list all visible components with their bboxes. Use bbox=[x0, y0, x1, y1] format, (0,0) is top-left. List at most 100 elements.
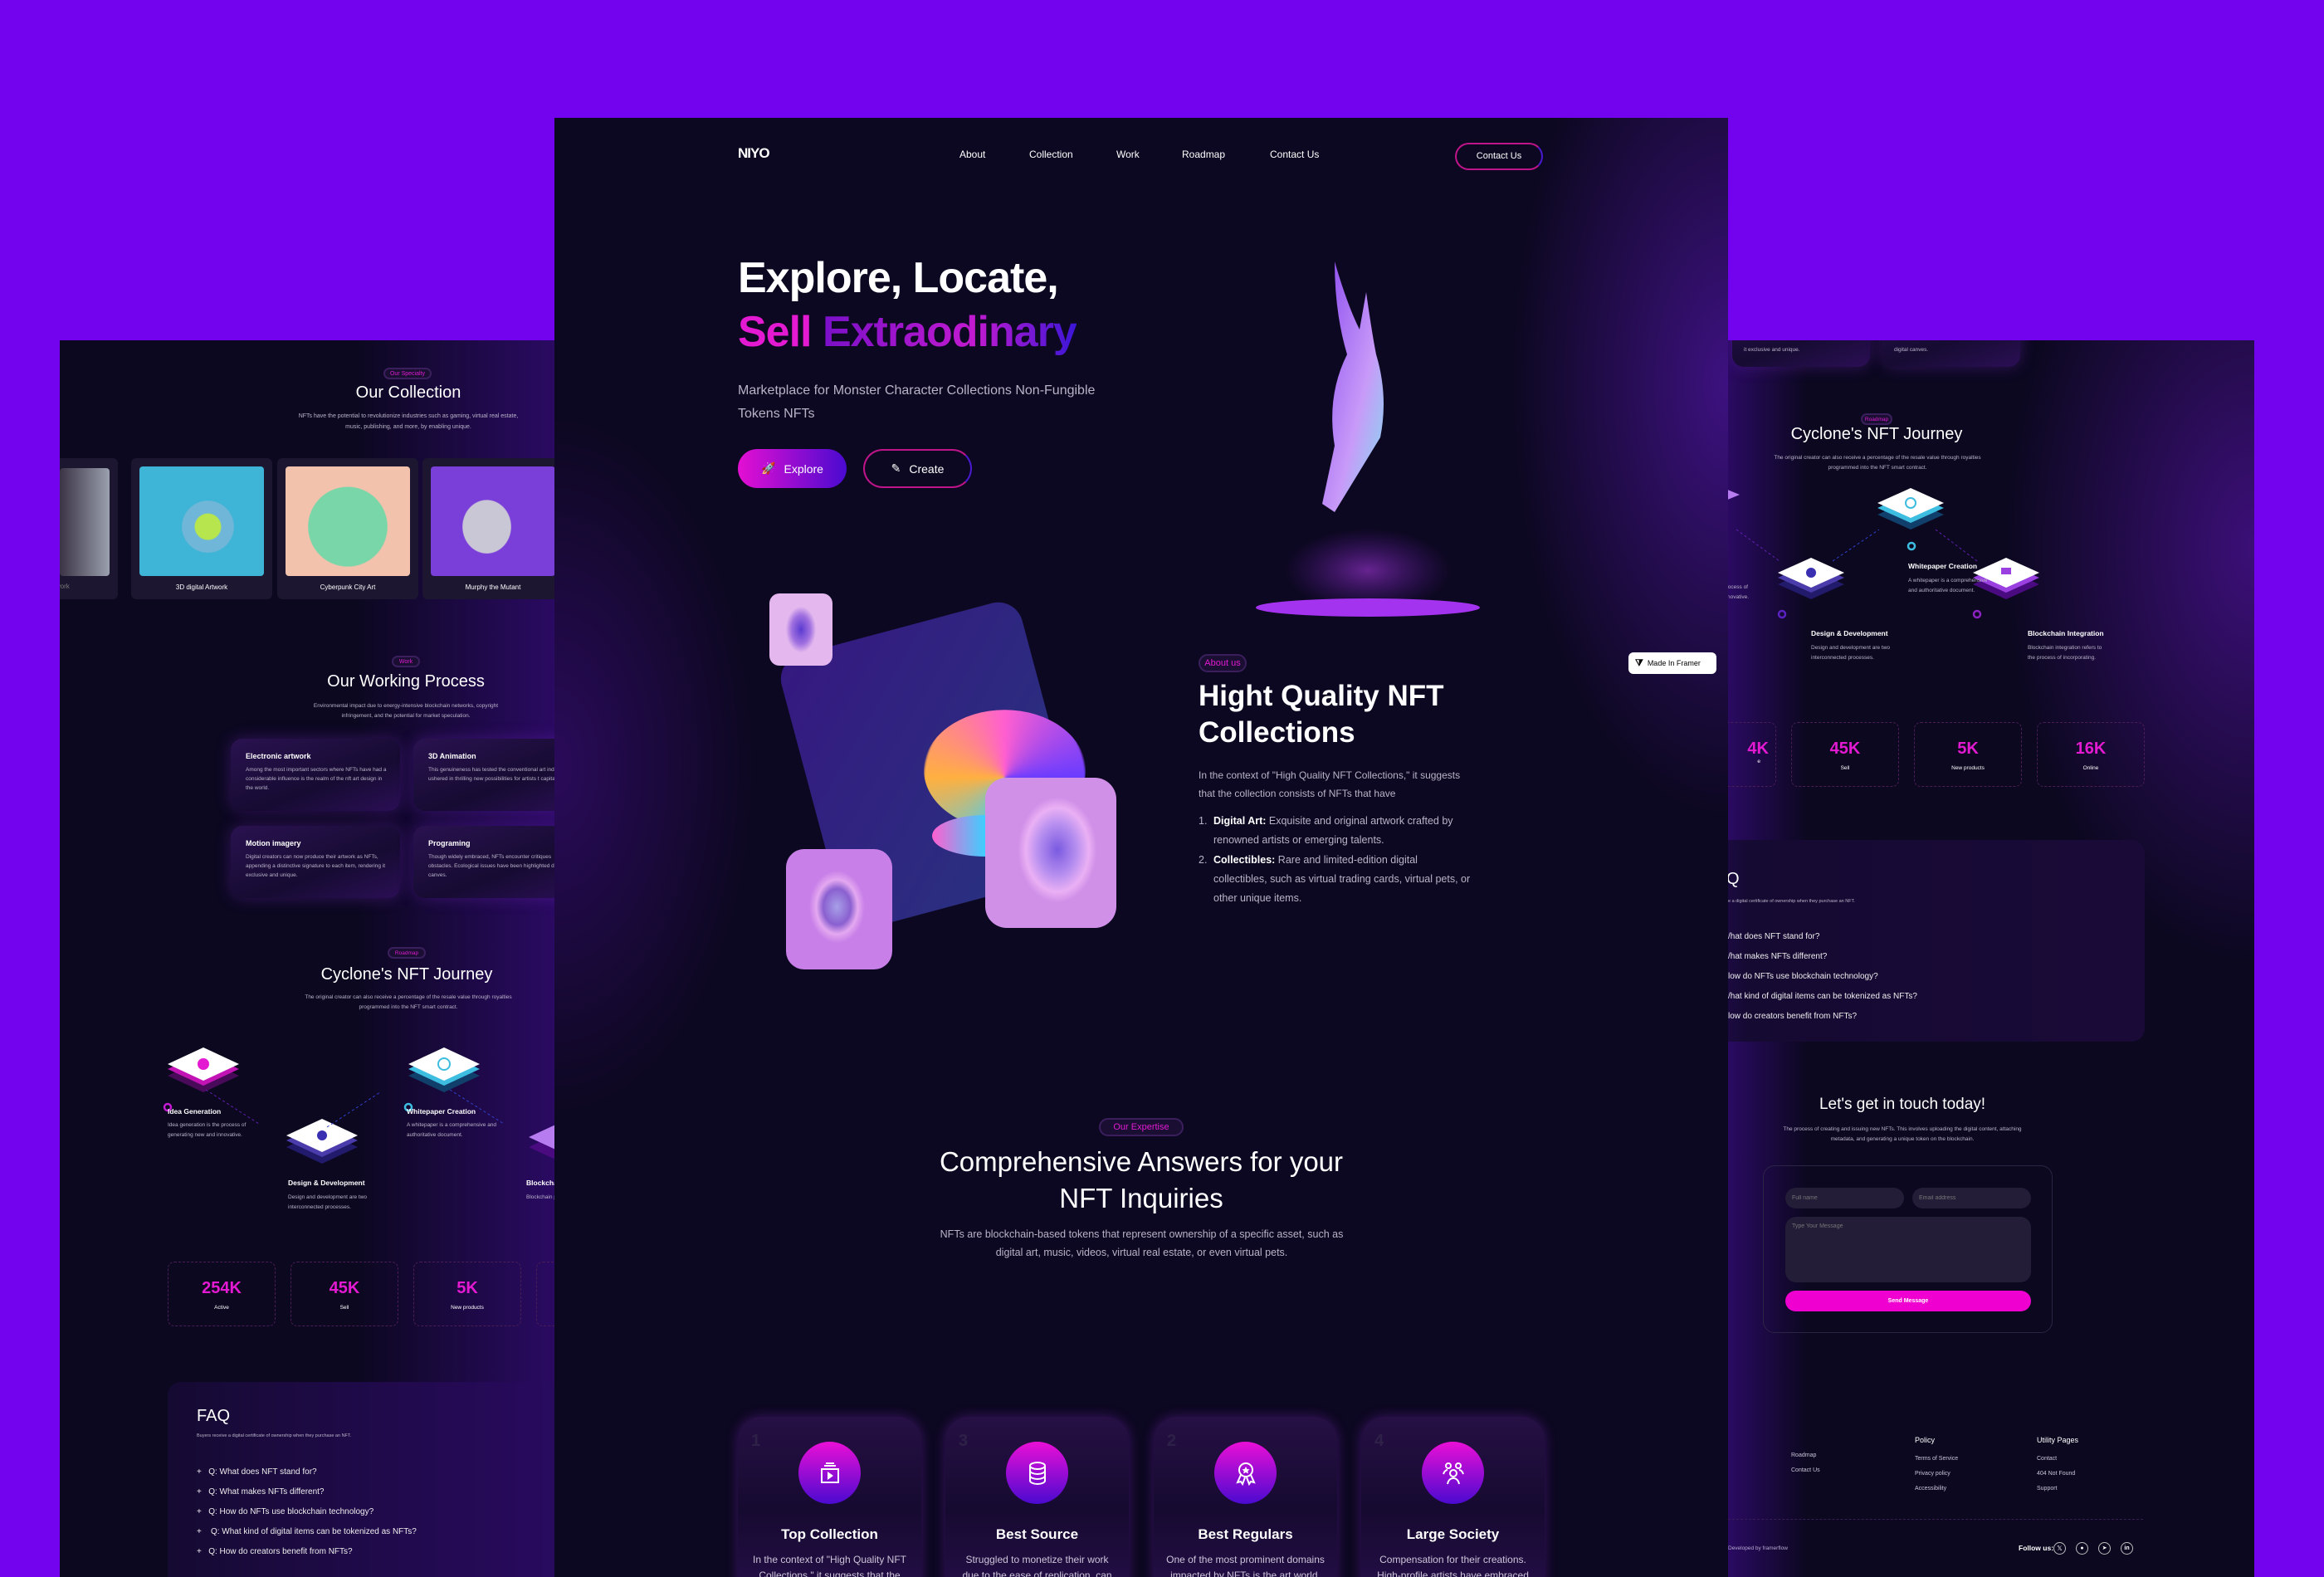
discord-icon[interactable]: ● bbox=[2076, 1542, 2088, 1555]
section-title: Our Collection bbox=[355, 383, 461, 402]
footer-link[interactable]: Privacy policy bbox=[1915, 1471, 1958, 1477]
pencil-icon: ✎ bbox=[891, 461, 901, 475]
collection-card[interactable]: 3D digital Artwork bbox=[131, 458, 272, 599]
stat-box: 5K New products bbox=[1914, 722, 2022, 787]
footer-link[interactable]: Terms of Service bbox=[1915, 1456, 1958, 1462]
faq-question[interactable]: + Q: What does NFT stand for? bbox=[197, 1467, 317, 1477]
faq-question[interactable]: + Q: What makes NFTs different? bbox=[197, 1487, 325, 1496]
expertise-card[interactable]: 1 Top Collection In the context of "High Q… bbox=[738, 1417, 921, 1577]
card-text: Though widely embraced, NFTs encounter c… bbox=[428, 854, 554, 878]
faq-text: Buyers receive a digital certificate of … bbox=[197, 1433, 352, 1438]
nft-image-mutant bbox=[431, 466, 554, 576]
explore-button[interactable]: 🚀 Explore bbox=[738, 449, 847, 488]
roadmap-step-title: Whitepaper Creation bbox=[1908, 562, 1978, 570]
card-text: Digital creators can now produce their a… bbox=[246, 854, 386, 878]
footer-heading: Utility Pages bbox=[2037, 1436, 2079, 1444]
roadmap-step-text: A whitepaper is a comprehensive and auth… bbox=[407, 1122, 497, 1138]
roadmap-step-title: Whitepaper Creation bbox=[407, 1107, 476, 1116]
award-badge-icon bbox=[1214, 1442, 1277, 1504]
roadmap-step-title: Idea Generation bbox=[168, 1107, 222, 1116]
telegram-icon[interactable]: ➤ bbox=[2098, 1542, 2111, 1555]
faq-question[interactable]: /hat does NFT stand for? bbox=[1728, 932, 1819, 941]
card-title: Electronic artwork bbox=[246, 752, 311, 760]
cart-layer-icon bbox=[529, 1125, 554, 1160]
collection-card[interactable]: Murphy the Mutant bbox=[422, 458, 554, 599]
section-text: NFTs have the potential to revolutionize… bbox=[298, 413, 519, 430]
hero-subtitle: Marketplace for Monster Character Collec… bbox=[738, 383, 1096, 421]
section-title: Cyclone's NFT Journey bbox=[320, 965, 493, 984]
nft-figure-art bbox=[985, 778, 1116, 928]
faq-question[interactable]: low do creators benefit from NFTs? bbox=[1728, 1012, 1857, 1021]
footer-link[interactable]: Contact bbox=[2037, 1456, 2078, 1462]
made-in-framer-badge[interactable]: ⧩ Made In Framer bbox=[1628, 652, 1716, 674]
about-list-item: 2. Collectibles: Rare and limited-edition… bbox=[1199, 854, 1471, 904]
footer-link[interactable]: 404 Not Found bbox=[2037, 1471, 2078, 1477]
section-title: Our Working Process bbox=[327, 672, 485, 691]
nft-image-creature bbox=[286, 466, 410, 576]
contact-title: Let's get in touch today! bbox=[1819, 1096, 1986, 1113]
logo[interactable]: NIYO bbox=[738, 145, 770, 162]
contact-us-button[interactable]: Contact Us bbox=[1455, 143, 1543, 170]
footer-col-utility: Utility Pages Contact 404 Not Found Support bbox=[2037, 1436, 2078, 1501]
nav-collection[interactable]: Collection bbox=[1029, 149, 1073, 160]
nft-image bbox=[60, 468, 110, 576]
roadmap-step-title: Blockcha bbox=[526, 1179, 554, 1187]
collection-card-label: Cyberpunk City Art bbox=[320, 583, 376, 591]
message-textarea[interactable] bbox=[1785, 1217, 2031, 1282]
process-card: 3D Animation This genuineness has tested … bbox=[413, 739, 554, 811]
collection-card[interactable]: Cyberpunk City Art bbox=[277, 458, 418, 599]
faq-question[interactable]: low do NFTs use blockchain technology? bbox=[1728, 972, 1878, 981]
nav-about[interactable]: About bbox=[959, 149, 985, 160]
small-nft-thumb bbox=[769, 593, 832, 666]
expertise-card[interactable]: 4 Large Society Compensation for their cre… bbox=[1361, 1417, 1545, 1577]
gear-layer-icon bbox=[1778, 558, 1844, 599]
send-message-button[interactable]: Send Message bbox=[1785, 1291, 2031, 1311]
developed-by: Developed by framerflow bbox=[1728, 1545, 1788, 1551]
footer-link[interactable]: Support bbox=[2037, 1486, 2078, 1492]
footer-link[interactable]: Contact Us bbox=[1791, 1467, 1820, 1473]
collection-card-label: rtwork bbox=[60, 583, 70, 590]
footer-heading: Policy bbox=[1915, 1436, 1936, 1444]
stat-box: 45K Sell bbox=[290, 1262, 398, 1326]
nav-roadmap[interactable]: Roadmap bbox=[1182, 149, 1225, 160]
about-list-item: 1. Digital Art: Exquisite and original ar… bbox=[1199, 815, 1453, 846]
create-button[interactable]: ✎ Create bbox=[863, 449, 972, 488]
gear-layer-icon bbox=[286, 1119, 358, 1164]
faq-question[interactable]: + Q: How do creators benefit from NFTs? bbox=[197, 1547, 353, 1556]
faq-text: e a digital certificate of ownership whe… bbox=[1728, 899, 1855, 904]
footer-link[interactable]: Accessibility bbox=[1915, 1486, 1958, 1492]
footer-col-policy: Policy Terms of Service Privacy policy Acce… bbox=[1915, 1436, 1958, 1501]
email-input[interactable] bbox=[1912, 1188, 2031, 1208]
stat-box: 254K Active bbox=[168, 1262, 276, 1326]
community-icon bbox=[1422, 1442, 1484, 1504]
stat-box bbox=[536, 1262, 554, 1326]
expertise-card[interactable]: 2 Best Regulars One of the most prominent … bbox=[1154, 1417, 1337, 1577]
create-label: Create bbox=[909, 461, 945, 476]
expertise-card[interactable]: 3 Best Source Struggled to monetize their … bbox=[945, 1417, 1129, 1577]
collection-card[interactable]: rtwork bbox=[60, 458, 118, 599]
faq-question[interactable]: + Q: How do NFTs use blockchain technolo… bbox=[197, 1507, 374, 1516]
stat-box: 5K New products bbox=[413, 1262, 521, 1326]
full-name-input[interactable] bbox=[1785, 1188, 1904, 1208]
linkedin-icon[interactable]: in bbox=[2121, 1542, 2133, 1555]
faq-title: FAQ bbox=[197, 1407, 231, 1425]
x-icon[interactable]: 𝕏 bbox=[2053, 1542, 2066, 1555]
roadmap-step-text: Design and development are two interconn… bbox=[1811, 645, 1891, 661]
contact-text: The process of creating and issuing new … bbox=[1783, 1126, 2022, 1142]
expertise-title: Comprehensive Answers for your NFT Inqui… bbox=[939, 1146, 1344, 1213]
bitcoin-layer-icon bbox=[1877, 488, 1944, 530]
footer-link[interactable]: Roadmap bbox=[1791, 1452, 1820, 1458]
about-title: Hight Quality NFT Collections bbox=[1199, 680, 1444, 749]
roadmap-step-title: Design & Development bbox=[288, 1179, 365, 1187]
faq-question[interactable]: + Q: What kind of digital items can be t… bbox=[197, 1527, 417, 1536]
faq-question[interactable]: /hat kind of digital items can be tokeni… bbox=[1728, 992, 1917, 1001]
stat-box: 45K Sell bbox=[1791, 722, 1899, 787]
nav-contact-us[interactable]: Contact Us bbox=[1270, 149, 1319, 160]
coin-stack-icon bbox=[1006, 1442, 1068, 1504]
expertise-pill: Our Expertise bbox=[1099, 1118, 1184, 1136]
process-card: it exclusive and unique. bbox=[1732, 340, 1870, 367]
section-text: The original creator can also receive a … bbox=[1774, 455, 1981, 471]
nav-work[interactable]: Work bbox=[1116, 149, 1140, 160]
faq-question[interactable]: /hat makes NFTs different? bbox=[1728, 952, 1827, 961]
section-pill: Roadmap bbox=[1861, 413, 1892, 425]
